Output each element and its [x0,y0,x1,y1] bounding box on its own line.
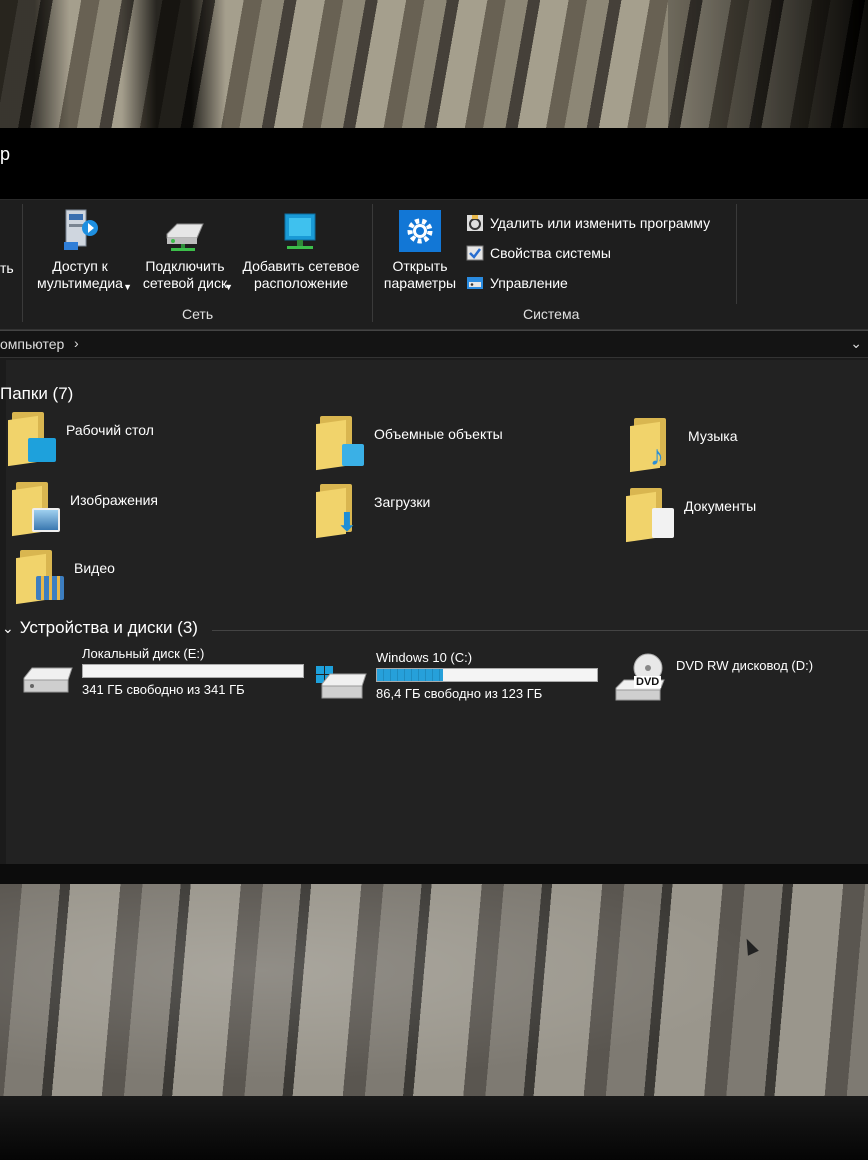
section-divider [212,630,868,631]
3d-objects-folder-icon [316,416,364,471]
add-network-location-label: Добавить сетевое расположение [242,258,360,291]
drive-usage-fill [377,669,443,681]
media-access-icon [64,209,98,250]
folder-name: Рабочий стол [66,422,154,438]
drive-item-d[interactable]: DVD DVD RW дисковод (D:) [614,652,813,706]
window-title: р [0,144,11,164]
drives-section-header[interactable]: ⌄ Устройства и диски (3) [2,618,198,638]
network-drive-icon [166,223,204,251]
drive-usage-bar [82,664,304,678]
collapse-chevron-icon[interactable]: ⌄ [2,620,14,637]
drive-item-c[interactable]: Windows 10 (C:) 86,4 ГБ свободно из 123 … [316,650,598,701]
drives-section-title: Устройства и диски (3) [19,618,198,637]
drive-name: Windows 10 (C:) [376,650,473,665]
ribbon-separator [22,204,23,322]
content-pane: Папки (7) Рабочий стол Объемные объекты … [0,360,868,864]
gear-icon [399,210,441,252]
address-bar[interactable]: омпьютер › ⌄ [0,330,868,358]
manage-button[interactable]: Управление [466,274,568,292]
manage-label: Управление [490,275,568,291]
map-network-drive-button[interactable]: Подключить сетевой диск ▼ [135,214,235,292]
file-explorer-window: р ть Доступ к мультимедиа ▼ Подключить с… [0,128,868,864]
folder-item-desktop[interactable]: Рабочий стол [8,412,154,467]
breadcrumb-this-pc[interactable]: омпьютер [0,336,64,352]
dvd-drive-icon: DVD [614,652,666,706]
folder-name: Видео [74,560,115,576]
folder-item-music[interactable]: ♪ Музыка [630,418,738,473]
desktop-folder-icon [8,412,56,467]
network-group-label: Сеть [182,306,214,322]
ribbon-separator [372,204,373,322]
desktop-wallpaper-top [0,0,868,132]
ribbon: ть Доступ к мультимедиа ▼ Подключить сет… [0,200,868,330]
folder-name: Объемные объекты [374,426,503,442]
folder-item-pictures[interactable]: Изображения [12,482,158,537]
ribbon-partial-label: ть [0,260,14,276]
open-settings-label: Открыть параметры [383,258,457,291]
drive-usage-bar [376,668,598,682]
address-dropdown-icon[interactable]: ⌄ [850,335,862,352]
folders-section-title: Папки (7) [0,384,74,403]
uninstall-program-button[interactable]: Удалить или изменить программу [466,214,710,232]
folder-name: Документы [684,498,757,514]
system-properties-label: Свойства системы [490,245,611,261]
map-network-drive-label: Подключить сетевой диск [142,258,228,291]
breadcrumb-arrow-icon[interactable]: › [74,335,79,351]
open-settings-button[interactable]: Открыть параметры [378,210,462,292]
folder-item-3d-objects[interactable]: Объемные объекты [316,416,503,471]
network-location-icon [284,213,316,249]
drive-item-e[interactable]: Локальный диск (E:) 341 ГБ свободно из 3… [22,646,304,698]
documents-folder-icon [626,488,674,543]
drive-free-space: 341 ГБ свободно из 341 ГБ [82,682,245,697]
dvd-label: DVD [634,676,662,688]
system-group-label: Система [523,306,580,322]
folder-item-videos[interactable]: Видео [16,550,115,605]
title-bar: р [0,128,868,200]
videos-folder-icon [16,550,64,605]
folders-section-header[interactable]: Папки (7) [0,384,73,404]
windows-drive-icon [316,666,368,700]
folder-item-downloads[interactable]: ⬇ Загрузки [316,484,431,539]
manage-icon [467,277,483,289]
drive-name: DVD RW дисковод (D:) [676,658,814,673]
drive-free-space: 86,4 ГБ свободно из 123 ГБ [376,686,543,701]
media-access-button[interactable]: Доступ к мультимедиа ▼ [30,208,132,292]
uninstall-program-label: Удалить или изменить программу [490,215,711,231]
folder-name: Изображения [70,492,158,508]
media-access-label: Доступ к мультимедиа [37,258,123,291]
folder-name: Музыка [688,428,738,444]
folder-item-documents[interactable]: Документы [626,488,757,543]
network-drive-dropdown-icon: ▼ [224,282,233,292]
ribbon-separator [736,204,737,304]
pictures-folder-icon [12,482,60,537]
hard-drive-icon [22,664,74,698]
desktop-wallpaper-bottom [0,884,868,1100]
music-folder-icon: ♪ [630,418,678,473]
media-access-dropdown-icon: ▼ [123,282,132,292]
system-properties-button[interactable]: Свойства системы [466,244,611,262]
add-network-location-button[interactable]: Добавить сетевое расположение [238,210,364,292]
drive-name: Локальный диск (E:) [82,646,205,661]
downloads-folder-icon: ⬇ [316,484,364,539]
system-properties-icon [466,245,484,261]
monitor-bezel [0,1096,868,1160]
folder-name: Загрузки [374,494,431,510]
uninstall-icon [467,215,483,231]
